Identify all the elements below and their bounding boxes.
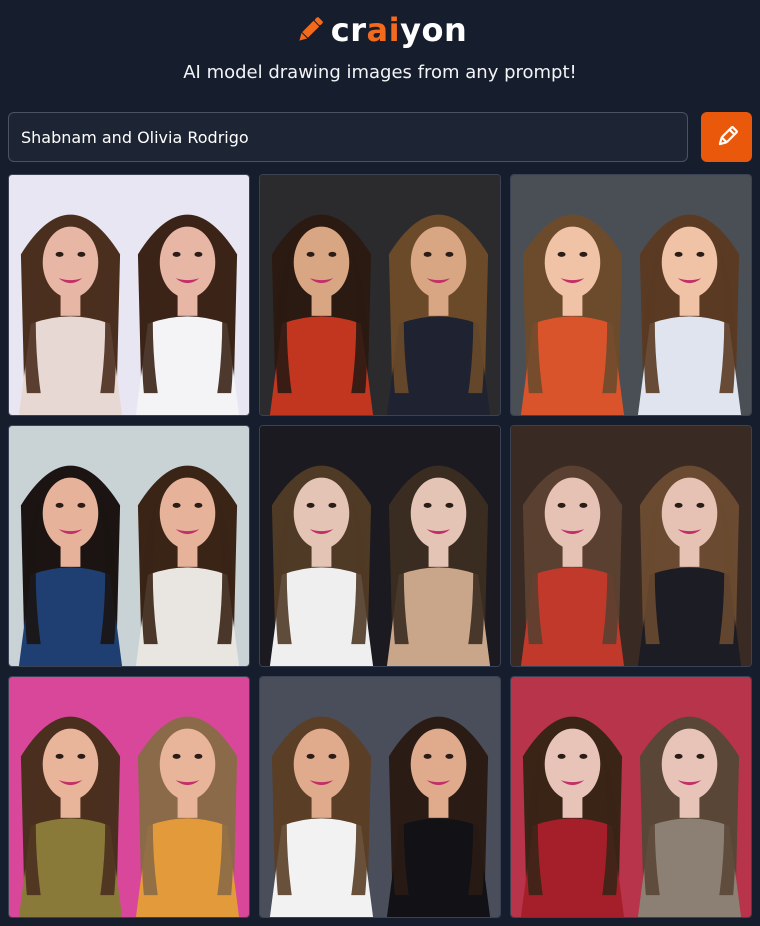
right-figure	[637, 214, 742, 415]
brand-highlight: ai	[366, 11, 401, 49]
result-image[interactable]	[259, 676, 501, 918]
result-image[interactable]	[8, 676, 250, 918]
left-figure	[18, 214, 123, 415]
right-figure	[386, 465, 491, 666]
pencil-icon	[718, 126, 738, 146]
left-figure	[520, 465, 625, 666]
right-figure	[386, 716, 491, 917]
result-image[interactable]	[8, 425, 250, 667]
brand-logo[interactable]: craiyon	[293, 11, 467, 49]
left-figure	[269, 465, 374, 666]
brand-name: craiyon	[330, 11, 468, 49]
left-figure	[18, 716, 123, 917]
left-figure	[520, 214, 625, 415]
prompt-row	[8, 112, 752, 162]
generated-image	[9, 175, 249, 415]
left-figure	[269, 716, 374, 917]
header: craiyon	[0, 0, 760, 60]
generated-image	[9, 677, 249, 917]
left-figure	[520, 716, 625, 917]
results-grid	[8, 174, 752, 918]
generated-image	[511, 677, 751, 917]
result-image[interactable]	[259, 425, 501, 667]
draw-button[interactable]	[701, 112, 752, 162]
tagline: AI model drawing images from any prompt!	[183, 62, 577, 83]
left-figure	[18, 465, 123, 666]
result-image[interactable]	[510, 425, 752, 667]
right-figure	[386, 214, 491, 415]
generated-image	[511, 175, 751, 415]
result-image[interactable]	[510, 174, 752, 416]
result-image[interactable]	[510, 676, 752, 918]
result-image[interactable]	[8, 174, 250, 416]
right-figure	[135, 214, 240, 415]
result-image[interactable]	[259, 174, 501, 416]
right-figure	[135, 465, 240, 666]
pencil-icon	[299, 17, 323, 41]
generated-image	[9, 426, 249, 666]
generated-image	[511, 426, 751, 666]
left-figure	[269, 214, 374, 415]
right-figure	[135, 716, 240, 917]
right-figure	[637, 716, 742, 917]
prompt-input[interactable]	[8, 112, 688, 162]
generated-image	[260, 677, 500, 917]
generated-image	[260, 175, 500, 415]
right-figure	[637, 465, 742, 666]
generated-image	[260, 426, 500, 666]
